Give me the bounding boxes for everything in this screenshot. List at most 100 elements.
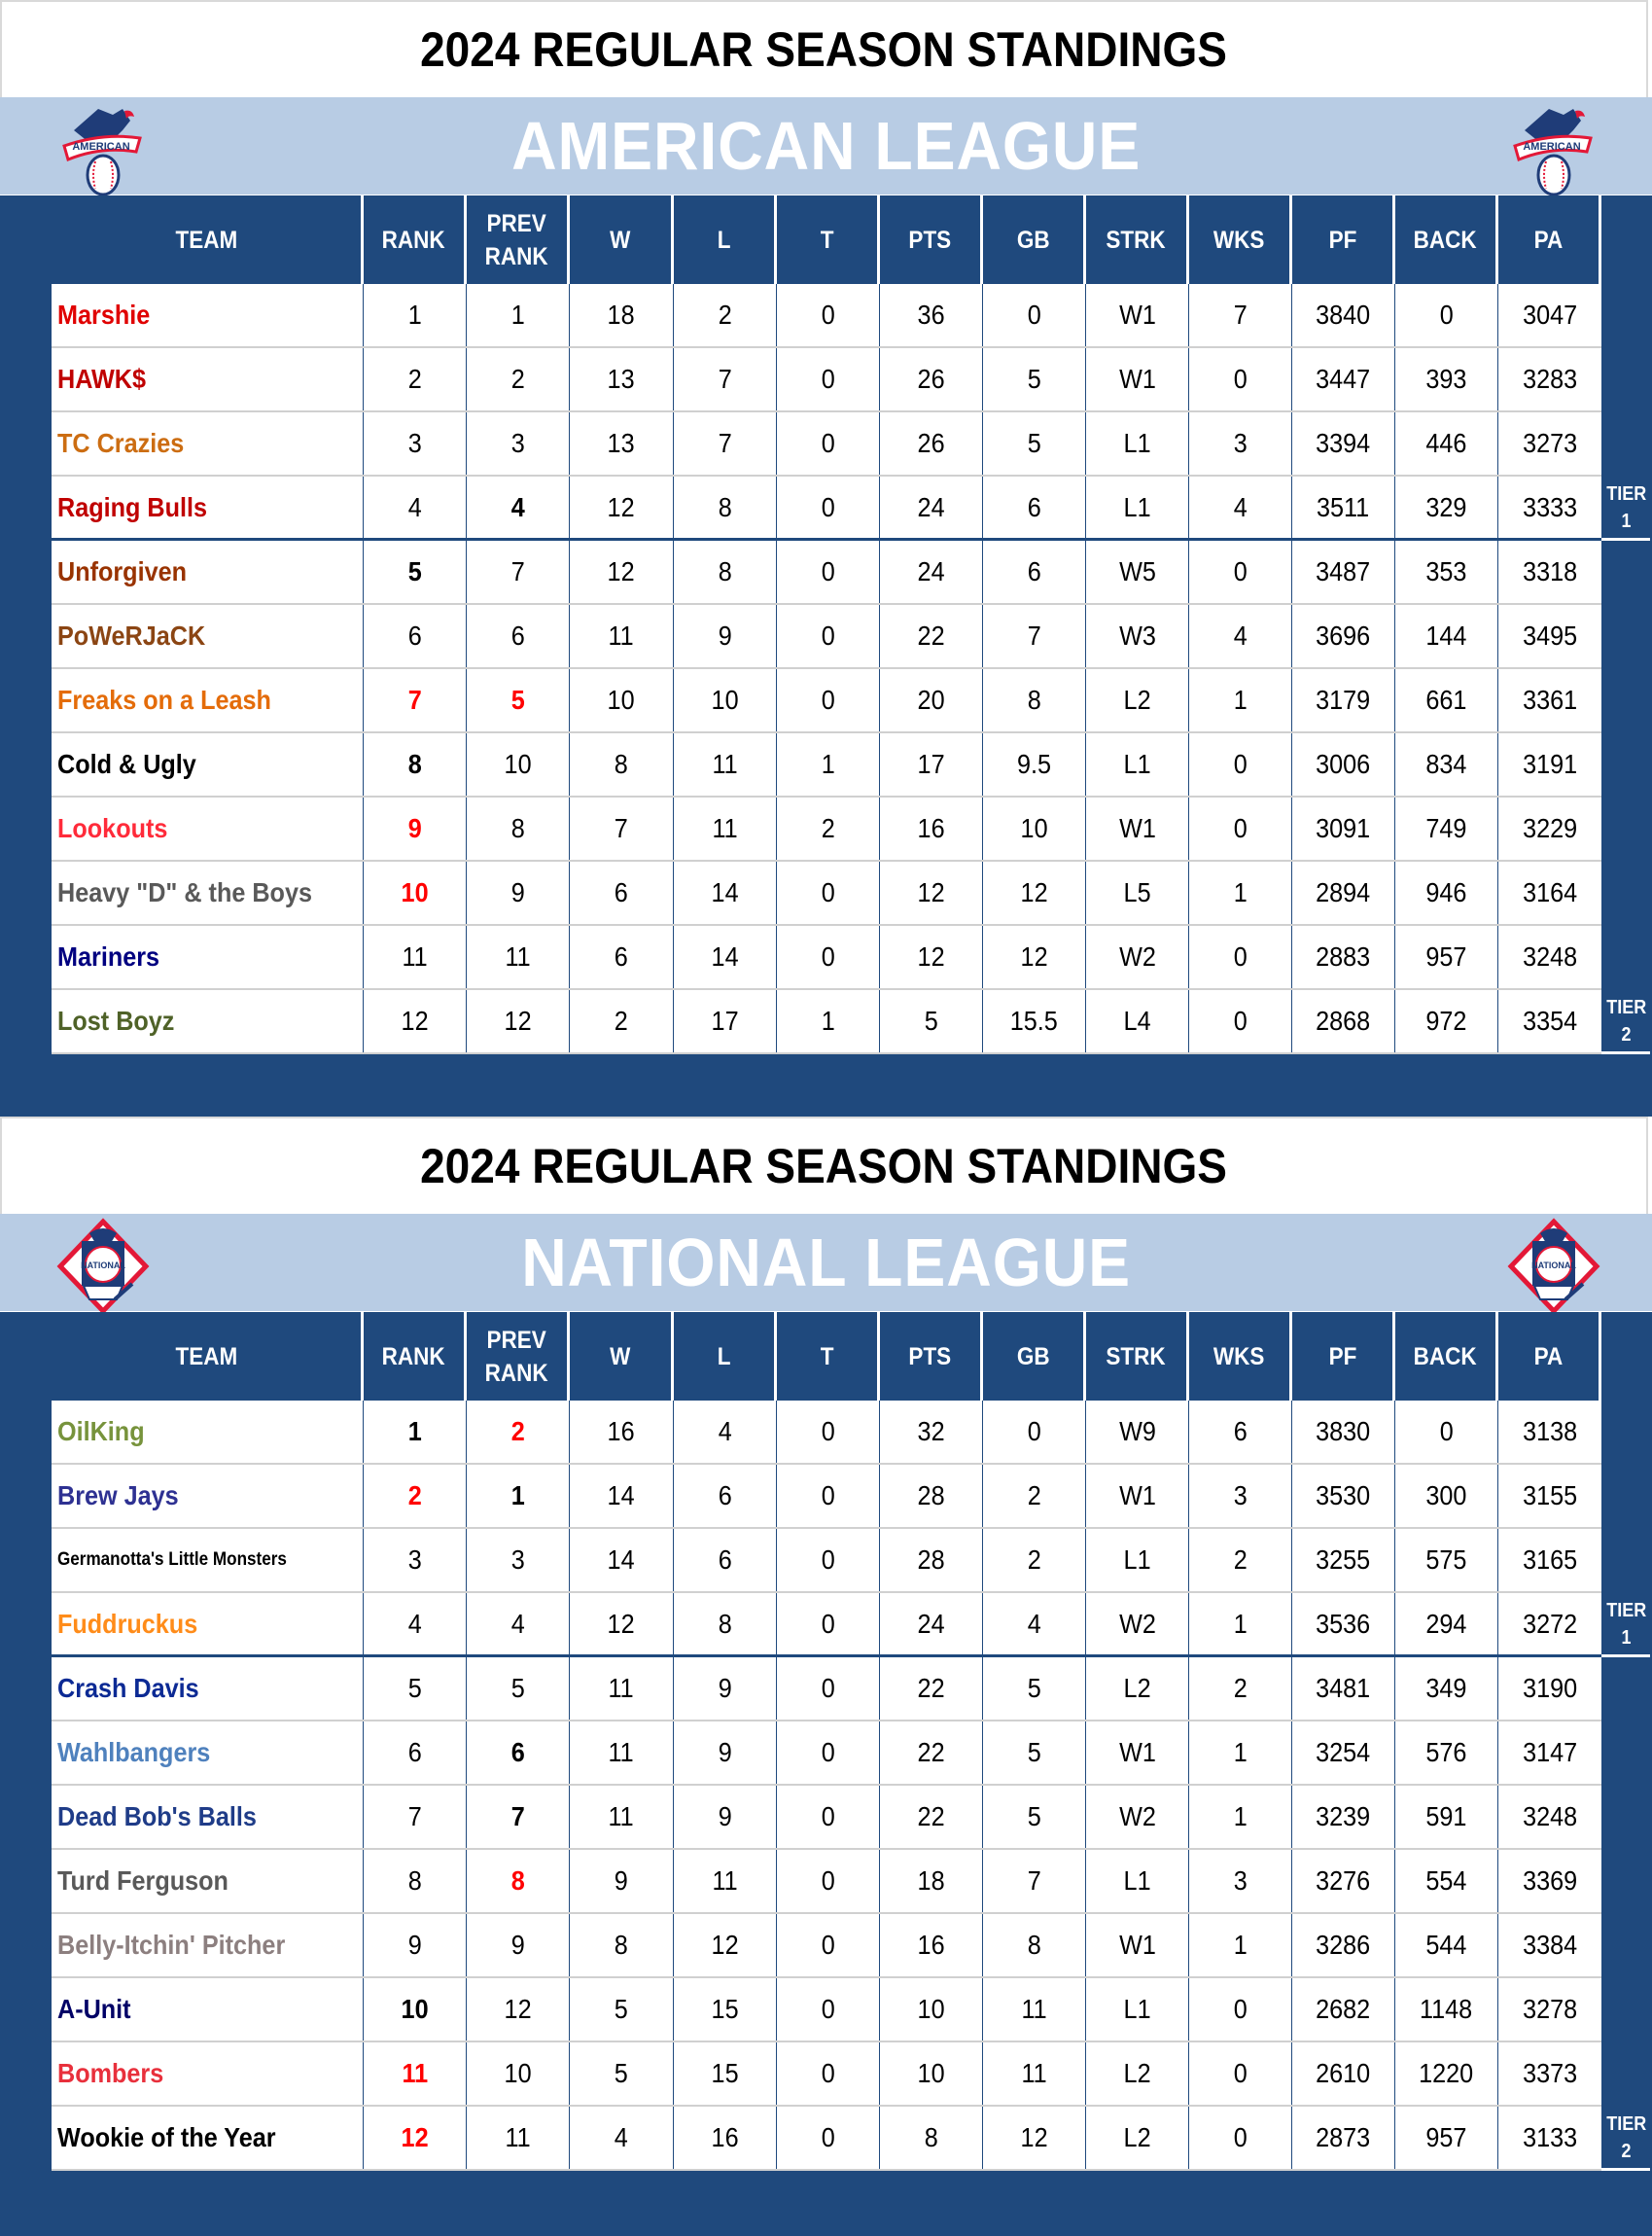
pa-value: 3133: [1522, 2122, 1578, 2152]
table-row[interactable]: Fuddruckus 4 4 12 8 0 24 4 W2 1 3536 294 3272: [52, 1593, 1601, 1657]
back-cell: 1220: [1395, 2042, 1498, 2105]
column-header-w[interactable]: W: [570, 195, 674, 284]
strk-value: L1: [1123, 428, 1151, 458]
table-row[interactable]: Belly-Itchin' Pitcher 9 9 8 12 0 16 8 W1 1 3286 544…: [52, 1914, 1601, 1978]
column-header-gb[interactable]: GB: [983, 195, 1086, 284]
rank-value: 3: [407, 1544, 422, 1575]
table-row[interactable]: Raging Bulls 4 4 12 8 0 24 6 L1 4 3511 329 3333: [52, 477, 1601, 541]
gb-cell: 12: [983, 2107, 1086, 2169]
w-value: 12: [607, 492, 636, 522]
rank-value: 9: [407, 813, 422, 843]
column-header-pa[interactable]: PA: [1498, 195, 1601, 284]
pf-value: 3536: [1316, 1609, 1371, 1639]
prev-value: 4: [510, 1609, 525, 1639]
table-row[interactable]: Cold & Ugly 8 10 8 11 1 17 9.5 L1 0 3006 834 3191: [52, 733, 1601, 798]
column-header-prev[interactable]: PREV RANK: [467, 1312, 570, 1401]
pts-cell: 24: [880, 1593, 983, 1655]
pts-value: 22: [917, 1737, 945, 1767]
table-row[interactable]: Crash Davis 5 5 11 9 0 22 5 L2 2 3481 349 3190: [52, 1657, 1601, 1721]
column-header-gb[interactable]: GB: [983, 1312, 1086, 1401]
table-row[interactable]: Bombers 11 10 5 15 0 10 11 L2 0 2610 1220 3373: [52, 2042, 1601, 2107]
table-row[interactable]: Marshie 1 1 18 2 0 36 0 W1 7 3840 0 3047: [52, 284, 1601, 348]
l-value: 11: [712, 1865, 738, 1896]
column-header-strk[interactable]: STRK: [1086, 195, 1189, 284]
column-header-wks[interactable]: WKS: [1189, 195, 1292, 284]
gb-cell: 6: [983, 477, 1086, 539]
column-header-pts[interactable]: PTS: [880, 1312, 983, 1401]
pf-value: 2883: [1316, 941, 1371, 972]
table-row[interactable]: Heavy "D" & the Boys 10 9 6 14 0 12 12 L5 1 2894 94…: [52, 862, 1601, 926]
table-row[interactable]: Unforgiven 5 7 12 8 0 24 6 W5 0 3487 353 3318: [52, 541, 1601, 605]
column-header-t[interactable]: T: [777, 195, 880, 284]
table-row[interactable]: Lookouts 9 8 7 11 2 16 10 W1 0 3091 749 3229: [52, 798, 1601, 862]
column-header-team[interactable]: TEAM: [52, 1312, 364, 1401]
l-cell: 6: [674, 1529, 777, 1591]
pts-value: 26: [917, 364, 945, 394]
table-row[interactable]: OilKing 1 2 16 4 0 32 0 W9 6 3830 0 3138: [52, 1401, 1601, 1465]
column-header-wks[interactable]: WKS: [1189, 1312, 1292, 1401]
table-row[interactable]: Germanotta's Little Monsters 3 3 14 6 0 28 2 L1 2…: [52, 1529, 1601, 1593]
back-value: 834: [1425, 749, 1467, 779]
column-header-pa[interactable]: PA: [1498, 1312, 1601, 1401]
wks-value: 3: [1233, 428, 1248, 458]
rank-cell: 6: [364, 605, 467, 667]
w-value: 6: [614, 941, 629, 972]
team-name-cell: Brew Jays: [52, 1465, 364, 1527]
column-header-l[interactable]: L: [674, 1312, 777, 1401]
back-value: 349: [1425, 1673, 1467, 1703]
gb-value: 2: [1027, 1480, 1041, 1510]
column-header-team[interactable]: TEAM: [52, 195, 364, 284]
pts-value: 22: [917, 1801, 945, 1831]
table-row[interactable]: HAWK$ 2 2 13 7 0 26 5 W1 0 3447 393 3283: [52, 348, 1601, 412]
w-cell: 11: [570, 1786, 674, 1848]
table-row[interactable]: Wahlbangers 6 6 11 9 0 22 5 W1 1 3254 576 3147: [52, 1721, 1601, 1786]
pa-value: 3354: [1522, 1006, 1578, 1036]
column-header-pf[interactable]: PF: [1292, 195, 1395, 284]
table-row[interactable]: A-Unit 10 12 5 15 0 10 11 L1 0 2682 1148 3278: [52, 1978, 1601, 2042]
back-value: 1148: [1420, 1994, 1473, 2024]
column-header-pf[interactable]: PF: [1292, 1312, 1395, 1401]
standings-title-band: 2024 REGULAR SEASON STANDINGS: [0, 1117, 1648, 1214]
l-cell: 7: [674, 348, 777, 410]
column-header-back[interactable]: BACK: [1395, 1312, 1498, 1401]
strk-value: W1: [1118, 1480, 1156, 1510]
team-name: Marshie: [57, 300, 151, 330]
table-row[interactable]: Wookie of the Year 12 11 4 16 0 8 12 L2 0 2873 957 3…: [52, 2107, 1601, 2171]
gb-cell: 12: [983, 862, 1086, 924]
wks-cell: 1: [1189, 1721, 1292, 1784]
wks-value: 0: [1233, 749, 1248, 779]
column-header-rank[interactable]: RANK: [364, 195, 467, 284]
table-row[interactable]: Turd Ferguson 8 8 9 11 0 18 7 L1 3 3276 554 3369: [52, 1850, 1601, 1914]
column-header-l[interactable]: L: [674, 195, 777, 284]
column-header-pts[interactable]: PTS: [880, 195, 983, 284]
table-row[interactable]: Lost Boyz 12 12 2 17 1 5 15.5 L4 0 2868 972 3354: [52, 990, 1601, 1054]
w-value: 10: [607, 685, 636, 715]
t-cell: 0: [777, 1850, 880, 1912]
column-header-rank[interactable]: RANK: [364, 1312, 467, 1401]
table-row[interactable]: TC Crazies 3 3 13 7 0 26 5 L1 3 3394 446 3273: [52, 412, 1601, 477]
column-header-label: PF: [1328, 226, 1356, 254]
table-row[interactable]: Brew Jays 2 1 14 6 0 28 2 W1 3 3530 300 3155: [52, 1465, 1601, 1529]
team-name-cell: Wahlbangers: [52, 1721, 364, 1784]
column-header-strk[interactable]: STRK: [1086, 1312, 1189, 1401]
prev-value: 3: [510, 1544, 525, 1575]
table-row[interactable]: Mariners 11 11 6 14 0 12 12 W2 0 2883 957 3248: [52, 926, 1601, 990]
prev-value: 1: [510, 1480, 525, 1510]
pts-cell: 10: [880, 1978, 983, 2041]
pf-cell: 3006: [1292, 733, 1395, 796]
table-row[interactable]: Dead Bob's Balls 7 7 11 9 0 22 5 W2 1 3239 591 3248: [52, 1786, 1601, 1850]
table-row[interactable]: Freaks on a Leash 7 5 10 10 0 20 8 L2 1 3179 661 336…: [52, 669, 1601, 733]
column-header-t[interactable]: T: [777, 1312, 880, 1401]
table-row[interactable]: PoWeRJaCK 6 6 11 9 0 22 7 W3 4 3696 144 3495: [52, 605, 1601, 669]
pf-value: 3530: [1316, 1480, 1371, 1510]
prev-cell: 12: [467, 990, 570, 1052]
back-value: 446: [1425, 428, 1467, 458]
gb-value: 7: [1027, 1865, 1041, 1896]
back-cell: 349: [1395, 1657, 1498, 1720]
column-header-back[interactable]: BACK: [1395, 195, 1498, 284]
column-header-w[interactable]: W: [570, 1312, 674, 1401]
national-league-logo-icon-left: NATIONAL: [54, 1218, 152, 1315]
column-header-prev[interactable]: PREV RANK: [467, 195, 570, 284]
pa-value: 3318: [1522, 556, 1578, 586]
back-cell: 353: [1395, 541, 1498, 603]
